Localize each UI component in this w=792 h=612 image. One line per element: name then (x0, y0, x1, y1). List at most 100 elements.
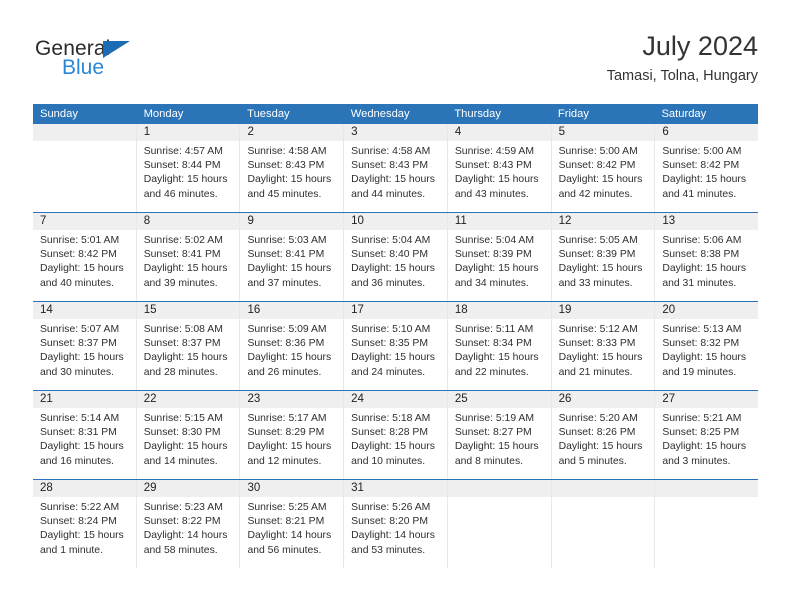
daylight-text-line2: and 41 minutes. (662, 188, 737, 200)
calendar-week-row: 14 Sunrise: 5:07 AM Sunset: 8:37 PM Dayligh… (33, 301, 759, 390)
calendar-day-cell[interactable]: 3 Sunrise: 4:58 AM Sunset: 8:43 PM Daylight… (344, 124, 448, 212)
sunrise-text: Sunrise: 5:14 AM (40, 413, 120, 424)
daylight-text-line1: Daylight: 15 hours (351, 441, 435, 453)
sunset-text: Sunset: 8:27 PM (454, 427, 532, 439)
weekday-header-sunday: Sunday (40, 108, 78, 120)
daylight-text-line1: Daylight: 15 hours (454, 263, 539, 275)
sunset-text: Sunset: 8:44 PM (143, 160, 221, 172)
day-number (447, 480, 551, 497)
day-details: Sunrise: 5:01 AM Sunset: 8:42 PM Daylight:… (33, 230, 136, 299)
calendar-day-cell[interactable]: 30 Sunrise: 5:25 AM Sunset: 8:21 PM Dayligh… (240, 480, 345, 568)
daylight-text-line2: and 37 minutes. (247, 277, 322, 289)
daylight-text-line2: and 56 minutes. (247, 544, 322, 556)
sunset-text: Sunset: 8:26 PM (558, 427, 636, 439)
sunrise-text: Sunrise: 4:58 AM (351, 146, 431, 157)
day-number: 19 (551, 302, 655, 319)
day-details: Sunrise: 5:14 AM Sunset: 8:31 PM Daylight:… (33, 408, 136, 477)
day-details: Sunrise: 5:08 AM Sunset: 8:37 PM Daylight:… (137, 319, 240, 388)
day-details: Sunrise: 4:58 AM Sunset: 8:43 PM Daylight:… (240, 141, 343, 210)
sunrise-text: Sunrise: 5:08 AM (143, 324, 223, 335)
sunrise-text: Sunrise: 5:20 AM (558, 413, 638, 424)
day-number: 11 (447, 213, 551, 230)
day-number: 30 (240, 480, 344, 497)
calendar-day-cell[interactable]: 12 Sunrise: 5:05 AM Sunset: 8:39 PM Dayligh… (551, 213, 656, 301)
calendar-day-cell[interactable]: 17 Sunrise: 5:10 AM Sunset: 8:35 PM Dayligh… (344, 302, 448, 390)
calendar-day-cell[interactable]: 1 Sunrise: 4:57 AM Sunset: 8:44 PM Daylight… (136, 124, 241, 212)
day-number: 14 (33, 302, 136, 319)
daylight-text-line2: and 24 minutes. (351, 366, 426, 378)
day-details (33, 141, 136, 210)
daylight-text-line2: and 31 minutes. (662, 277, 737, 289)
calendar-day-cell[interactable]: 19 Sunrise: 5:12 AM Sunset: 8:33 PM Dayligh… (551, 302, 656, 390)
calendar-day-cell[interactable]: 14 Sunrise: 5:07 AM Sunset: 8:37 PM Dayligh… (33, 302, 137, 390)
calendar-day-cell[interactable]: 31 Sunrise: 5:26 AM Sunset: 8:20 PM Dayligh… (344, 480, 448, 568)
daylight-text-line2: and 3 minutes. (662, 455, 731, 467)
day-number: 27 (655, 391, 759, 408)
sunrise-text: Sunrise: 5:22 AM (40, 502, 120, 513)
calendar-day-cell[interactable]: 23 Sunrise: 5:17 AM Sunset: 8:29 PM Dayligh… (240, 391, 345, 479)
day-number: 3 (344, 124, 447, 141)
daylight-text-line1: Daylight: 15 hours (247, 441, 332, 453)
calendar-day-cell[interactable]: 18 Sunrise: 5:11 AM Sunset: 8:34 PM Dayligh… (447, 302, 552, 390)
sunrise-text: Sunrise: 5:17 AM (247, 413, 327, 424)
calendar-day-cell[interactable]: 25 Sunrise: 5:19 AM Sunset: 8:27 PM Dayligh… (447, 391, 552, 479)
day-number: 5 (551, 124, 655, 141)
logo-text-blue: Blue (62, 56, 105, 79)
day-details: Sunrise: 5:17 AM Sunset: 8:29 PM Daylight:… (240, 408, 343, 477)
calendar-day-cell[interactable]: 22 Sunrise: 5:15 AM Sunset: 8:30 PM Dayligh… (136, 391, 241, 479)
daylight-text-line2: and 44 minutes. (351, 188, 426, 200)
daylight-text-line1: Daylight: 15 hours (662, 174, 747, 186)
calendar-day-cell[interactable]: 24 Sunrise: 5:18 AM Sunset: 8:28 PM Dayligh… (344, 391, 448, 479)
calendar-day-cell[interactable]: 26 Sunrise: 5:20 AM Sunset: 8:26 PM Dayligh… (551, 391, 656, 479)
calendar-day-cell[interactable]: 8 Sunrise: 5:02 AM Sunset: 8:41 PM Daylight… (136, 213, 241, 301)
calendar-day-cell-empty (551, 480, 656, 568)
day-details: Sunrise: 4:58 AM Sunset: 8:43 PM Daylight:… (344, 141, 447, 210)
sunset-text: Sunset: 8:20 PM (351, 516, 428, 528)
sunset-text: Sunset: 8:41 PM (143, 249, 221, 261)
calendar-day-cell[interactable]: 7 Sunrise: 5:01 AM Sunset: 8:42 PM Daylight… (33, 213, 137, 301)
sunset-text: Sunset: 8:25 PM (662, 427, 740, 439)
sunset-text: Sunset: 8:43 PM (247, 160, 325, 172)
day-number: 31 (344, 480, 447, 497)
daylight-text-line1: Daylight: 15 hours (40, 352, 124, 364)
day-number: 22 (136, 391, 240, 408)
page-header: General Blue July 2024 Tamasi, Tolna, Hu… (33, 30, 758, 98)
day-number: 2 (240, 124, 344, 141)
daylight-text-line2: and 10 minutes. (351, 455, 426, 467)
calendar-day-cell[interactable]: 29 Sunrise: 5:23 AM Sunset: 8:22 PM Dayligh… (136, 480, 241, 568)
day-number (33, 124, 136, 141)
calendar-day-cell[interactable]: 9 Sunrise: 5:03 AM Sunset: 8:41 PM Daylight… (240, 213, 345, 301)
calendar-day-cell[interactable]: 2 Sunrise: 4:58 AM Sunset: 8:43 PM Daylight… (240, 124, 345, 212)
calendar-day-cell[interactable]: 5 Sunrise: 5:00 AM Sunset: 8:42 PM Daylight… (551, 124, 656, 212)
day-number: 4 (447, 124, 551, 141)
general-blue-logo[interactable]: General Blue (33, 34, 233, 94)
calendar-day-cell[interactable]: 15 Sunrise: 5:08 AM Sunset: 8:37 PM Dayligh… (136, 302, 241, 390)
calendar-day-cell[interactable]: 20 Sunrise: 5:13 AM Sunset: 8:32 PM Dayligh… (655, 302, 759, 390)
calendar-day-cell[interactable]: 6 Sunrise: 5:00 AM Sunset: 8:42 PM Daylight… (655, 124, 759, 212)
sunrise-text: Sunrise: 4:58 AM (247, 146, 327, 157)
calendar-day-cell[interactable]: 10 Sunrise: 5:04 AM Sunset: 8:40 PM Dayligh… (344, 213, 448, 301)
daylight-text-line2: and 42 minutes. (558, 188, 633, 200)
calendar-day-cell[interactable]: 16 Sunrise: 5:09 AM Sunset: 8:36 PM Dayligh… (240, 302, 345, 390)
sunset-text: Sunset: 8:43 PM (351, 160, 428, 172)
daylight-text-line1: Daylight: 14 hours (351, 530, 435, 542)
day-details: Sunrise: 5:12 AM Sunset: 8:33 PM Daylight:… (552, 319, 655, 388)
day-details: Sunrise: 5:00 AM Sunset: 8:42 PM Daylight:… (552, 141, 655, 210)
daylight-text-line1: Daylight: 15 hours (143, 263, 228, 275)
calendar-day-cell[interactable]: 21 Sunrise: 5:14 AM Sunset: 8:31 PM Dayligh… (33, 391, 137, 479)
daylight-text-line2: and 36 minutes. (351, 277, 426, 289)
day-number: 25 (447, 391, 551, 408)
daylight-text-line2: and 5 minutes. (558, 455, 627, 467)
day-number: 1 (136, 124, 240, 141)
calendar-day-cell[interactable]: 11 Sunrise: 5:04 AM Sunset: 8:39 PM Dayligh… (447, 213, 552, 301)
daylight-text-line2: and 58 minutes. (143, 544, 218, 556)
calendar-week-row: 28 Sunrise: 5:22 AM Sunset: 8:24 PM Dayligh… (33, 479, 759, 568)
sunrise-text: Sunrise: 5:15 AM (143, 413, 223, 424)
daylight-text-line1: Daylight: 15 hours (558, 441, 643, 453)
calendar-day-cell[interactable]: 28 Sunrise: 5:22 AM Sunset: 8:24 PM Dayligh… (33, 480, 137, 568)
calendar-day-cell[interactable]: 4 Sunrise: 4:59 AM Sunset: 8:43 PM Daylight… (447, 124, 552, 212)
sunset-text: Sunset: 8:40 PM (351, 249, 428, 261)
daylight-text-line1: Daylight: 15 hours (247, 352, 332, 364)
calendar-day-cell[interactable]: 13 Sunrise: 5:06 AM Sunset: 8:38 PM Dayligh… (655, 213, 759, 301)
calendar-day-cell[interactable]: 27 Sunrise: 5:21 AM Sunset: 8:25 PM Dayligh… (655, 391, 759, 479)
